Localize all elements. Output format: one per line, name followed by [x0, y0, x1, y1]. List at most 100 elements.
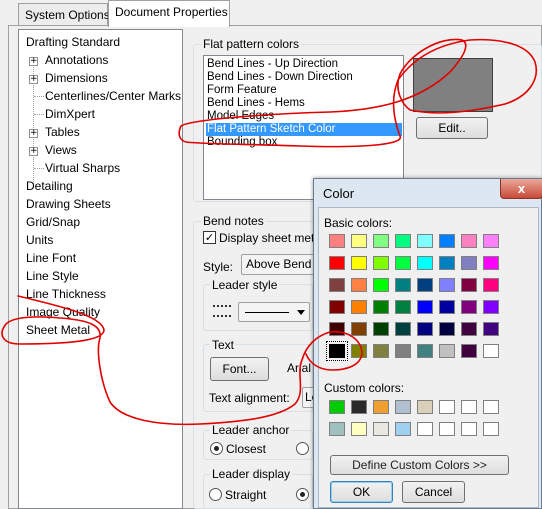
closest-radio[interactable]: [210, 442, 223, 455]
edit-color-button[interactable]: Edit..: [416, 117, 488, 139]
color-swatch[interactable]: [326, 341, 348, 361]
color-swatch[interactable]: [373, 278, 389, 292]
color-swatch[interactable]: [351, 322, 367, 336]
color-swatch[interactable]: [439, 322, 455, 336]
color-swatch[interactable]: [395, 278, 411, 292]
define-custom-colors-button[interactable]: Define Custom Colors >>: [330, 455, 509, 475]
color-swatch[interactable]: [329, 400, 345, 414]
cancel-button[interactable]: Cancel: [402, 481, 465, 503]
color-swatch[interactable]: [373, 422, 389, 436]
font-button[interactable]: Font...: [210, 357, 269, 381]
list-item[interactable]: Bounding box: [207, 136, 277, 149]
tree-item-units[interactable]: Units: [26, 233, 53, 248]
tree-item-dimxpert[interactable]: DimXpert: [45, 107, 95, 122]
tree-item-image-quality[interactable]: Image Quality: [26, 305, 100, 320]
color-swatch[interactable]: [373, 322, 389, 336]
color-swatch[interactable]: [351, 278, 367, 292]
color-swatch[interactable]: [483, 422, 499, 436]
color-swatch[interactable]: [417, 400, 433, 414]
leader-display-radio-2[interactable]: [296, 488, 309, 501]
color-swatch[interactable]: [461, 234, 477, 248]
tree-item-dimensions[interactable]: Dimensions: [45, 71, 108, 86]
expand-dimensions-icon[interactable]: +: [29, 75, 38, 84]
color-swatch[interactable]: [483, 256, 499, 270]
color-swatch[interactable]: [395, 234, 411, 248]
expand-views-icon[interactable]: +: [29, 147, 38, 156]
color-swatch[interactable]: [417, 300, 433, 314]
color-swatch[interactable]: [417, 256, 433, 270]
color-swatch[interactable]: [395, 322, 411, 336]
tree-item-virtual-sharps[interactable]: Virtual Sharps: [45, 161, 120, 176]
color-swatch[interactable]: [373, 344, 389, 358]
tree-item-grid-snap[interactable]: Grid/Snap: [26, 215, 80, 230]
color-swatch[interactable]: [373, 234, 389, 248]
color-swatch[interactable]: [351, 234, 367, 248]
color-swatch[interactable]: [461, 278, 477, 292]
color-swatch[interactable]: [329, 322, 345, 336]
tab-system-options[interactable]: System Options: [18, 3, 110, 25]
list-item-selected[interactable]: Flat Pattern Sketch Color: [206, 123, 402, 136]
color-swatch[interactable]: [461, 322, 477, 336]
color-swatch[interactable]: [373, 300, 389, 314]
color-swatch[interactable]: [417, 344, 433, 358]
color-swatch[interactable]: [329, 422, 345, 436]
color-swatch[interactable]: [329, 256, 345, 270]
tree-item-centerlines[interactable]: Centerlines/Center Marks: [45, 89, 181, 104]
display-sheet-metal-checkbox[interactable]: ✓: [203, 231, 216, 244]
color-swatch[interactable]: [351, 300, 367, 314]
list-item[interactable]: Bend Lines - Hems: [207, 97, 305, 110]
straight-radio[interactable]: [209, 488, 222, 501]
color-swatch[interactable]: [439, 300, 455, 314]
color-swatch[interactable]: [461, 300, 477, 314]
color-swatch[interactable]: [373, 400, 389, 414]
color-swatch[interactable]: [351, 400, 367, 414]
style-dropdown[interactable]: Above Bend L: [241, 254, 316, 275]
color-swatch[interactable]: [461, 422, 477, 436]
color-swatch[interactable]: [439, 400, 455, 414]
tree-item-drafting-standard[interactable]: Drafting Standard: [26, 35, 120, 50]
tree-item-line-style[interactable]: Line Style: [26, 269, 79, 284]
color-swatch[interactable]: [439, 422, 455, 436]
list-item[interactable]: Bend Lines - Up Direction: [207, 58, 338, 71]
color-swatch[interactable]: [439, 278, 455, 292]
tree-item-annotations[interactable]: Annotations: [45, 53, 108, 68]
color-swatch[interactable]: [483, 322, 499, 336]
color-swatch[interactable]: [395, 256, 411, 270]
color-swatch[interactable]: [417, 322, 433, 336]
tree-item-drawing-sheets[interactable]: Drawing Sheets: [26, 197, 111, 212]
ok-button[interactable]: OK: [330, 481, 393, 503]
color-swatch[interactable]: [351, 256, 367, 270]
expand-annotations-icon[interactable]: +: [29, 57, 38, 66]
color-swatch[interactable]: [351, 422, 367, 436]
color-swatch[interactable]: [483, 234, 499, 248]
list-item[interactable]: Bend Lines - Down Direction: [207, 71, 353, 84]
color-swatch[interactable]: [483, 278, 499, 292]
tree-item-line-font[interactable]: Line Font: [26, 251, 76, 266]
tree-item-tables[interactable]: Tables: [45, 125, 80, 140]
color-swatch[interactable]: [373, 256, 389, 270]
close-button[interactable]: x: [500, 179, 542, 199]
color-swatch[interactable]: [461, 256, 477, 270]
color-swatch[interactable]: [395, 300, 411, 314]
color-swatch[interactable]: [417, 278, 433, 292]
color-swatch[interactable]: [329, 300, 345, 314]
color-swatch[interactable]: [439, 234, 455, 248]
color-swatch[interactable]: [395, 400, 411, 414]
color-swatch[interactable]: [417, 422, 433, 436]
leader-line-style-dropdown[interactable]: [238, 302, 310, 322]
expand-tables-icon[interactable]: +: [29, 129, 38, 138]
list-item[interactable]: Model Edges: [207, 110, 274, 123]
tree-item-views[interactable]: Views: [45, 143, 77, 158]
color-swatch[interactable]: [395, 344, 411, 358]
color-swatch[interactable]: [329, 278, 345, 292]
leader-anchor-radio-2[interactable]: [296, 442, 309, 455]
color-swatch[interactable]: [483, 300, 499, 314]
color-swatch[interactable]: [417, 234, 433, 248]
color-swatch[interactable]: [461, 344, 477, 358]
color-swatch[interactable]: [461, 400, 477, 414]
color-swatch[interactable]: [439, 344, 455, 358]
color-swatch[interactable]: [483, 344, 499, 358]
color-swatch[interactable]: [351, 344, 367, 358]
color-swatch[interactable]: [329, 234, 345, 248]
color-swatch[interactable]: [439, 256, 455, 270]
